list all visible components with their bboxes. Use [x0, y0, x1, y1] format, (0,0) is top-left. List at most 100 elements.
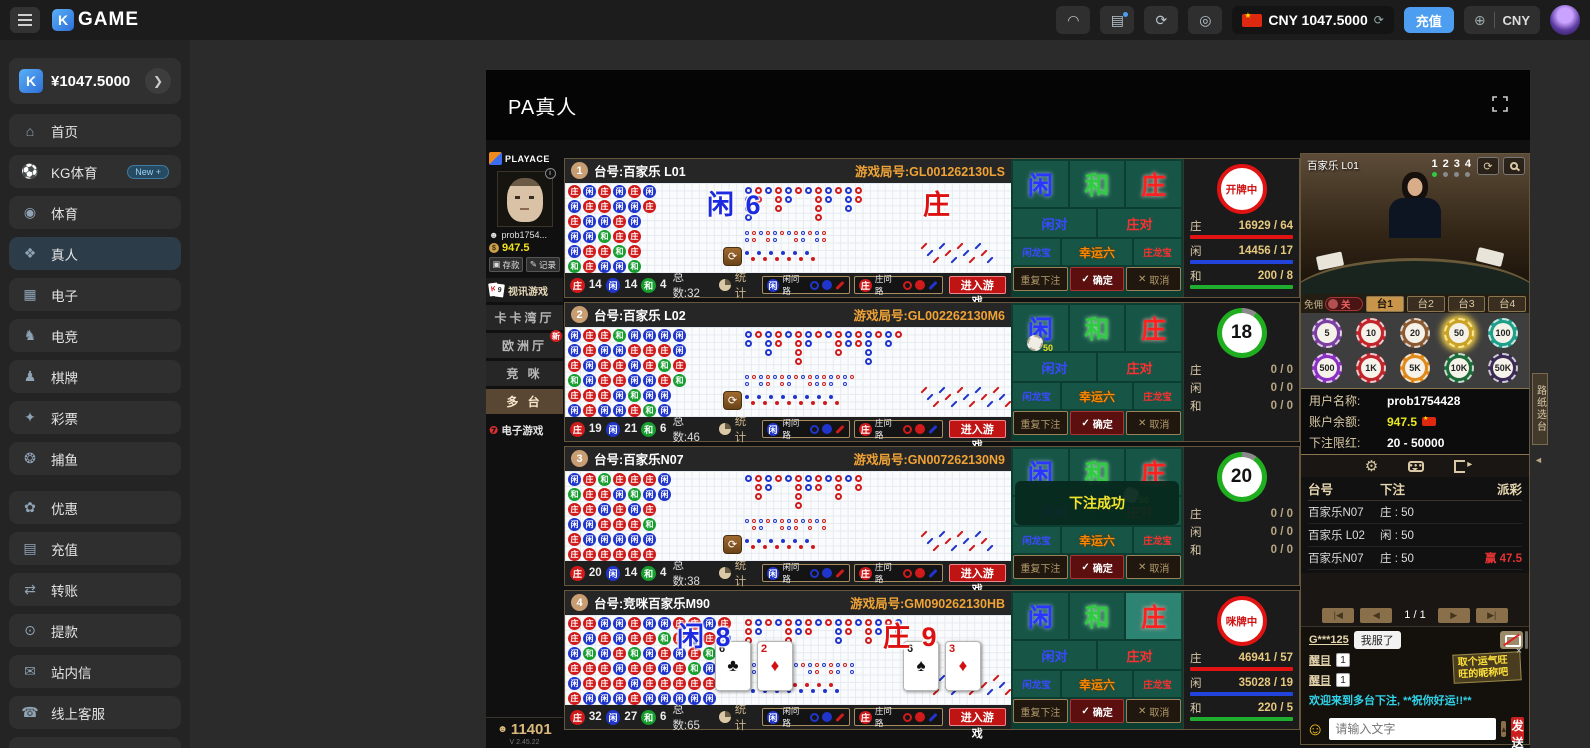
repeat-bet-button[interactable]: 重复下注 — [1013, 267, 1068, 291]
chat-input[interactable] — [1329, 718, 1496, 740]
chip-10[interactable]: 10 — [1356, 318, 1386, 348]
hall-item-0[interactable]: 卡卡湾厅 — [486, 305, 563, 330]
deposit-button[interactable]: 充值 — [1404, 7, 1454, 33]
shoe-icon[interactable]: ⟳ — [723, 247, 742, 266]
road-select-side-tab[interactable]: 路纸选台 — [1532, 373, 1548, 445]
sidebar-item-8[interactable]: ❂捕鱼 — [9, 442, 181, 475]
cancel-bet-button[interactable]: ✕ 取消 — [1126, 555, 1181, 579]
sidebar-item-5[interactable]: ♞电竞 — [9, 319, 181, 352]
enter-game-button[interactable]: 进入游戏 — [949, 420, 1006, 438]
sidebar-item-7[interactable]: ✦彩票 — [9, 401, 181, 434]
bet-cell-xian-dragon[interactable]: 闲龙宝 — [1013, 383, 1060, 409]
sidebar-item-6[interactable]: ♟棋牌 — [9, 360, 181, 393]
statistics-label[interactable]: 统计 — [735, 557, 758, 589]
hall-item-3[interactable]: 多 台 — [486, 389, 563, 414]
zhuang-ask-road-button[interactable]: 庄庄问路 — [854, 420, 943, 438]
panel-table-tab-1[interactable]: 台1 — [1366, 296, 1404, 312]
collapse-arrow-icon[interactable]: ◄ — [1534, 455, 1543, 465]
video-refresh-icon[interactable]: ⟳ — [1477, 157, 1499, 175]
confirm-bet-button[interactable]: ✓ 确定 — [1070, 267, 1125, 291]
camera-3[interactable]: 3 — [1454, 158, 1460, 177]
commission-toggle[interactable]: 关 — [1325, 297, 1363, 311]
bet-cell-xian-dragon[interactable]: 闲龙宝 — [1013, 527, 1060, 553]
user-avatar[interactable] — [1550, 5, 1580, 35]
cancel-bet-button[interactable]: ✕ 取消 — [1126, 699, 1181, 723]
lobby-avatar[interactable]: i — [497, 171, 553, 227]
rewards-icon[interactable]: ◎ — [1188, 6, 1222, 34]
hall-item-2[interactable]: 竞 咪 — [486, 361, 563, 386]
sync-balance-icon[interactable]: ⟳ — [1374, 13, 1384, 27]
wallet-icon[interactable]: ▤ — [1100, 6, 1134, 34]
bet-cell-zhuang-pair[interactable]: 庄对 — [1098, 641, 1181, 669]
chip-50K[interactable]: 50K — [1488, 353, 1518, 383]
statistics-label[interactable]: 统计 — [735, 701, 758, 733]
bet-cell-xian-pair[interactable]: 闲对 — [1013, 209, 1096, 237]
bet-cell-xian[interactable]: 闲 — [1013, 593, 1068, 639]
menu-toggle-icon[interactable] — [10, 7, 40, 33]
chip-5[interactable]: 5 — [1312, 318, 1342, 348]
deposit-mini-button[interactable]: ▣存款 — [489, 257, 523, 272]
sticker-close-icon[interactable]: ✕ — [1515, 646, 1522, 656]
chip-10K[interactable]: 10K — [1444, 353, 1474, 383]
camera-2[interactable]: 2 — [1443, 158, 1449, 177]
enter-game-button[interactable]: 进入游戏 — [949, 564, 1006, 582]
shoe-icon[interactable]: ⟳ — [723, 391, 742, 410]
enter-game-button[interactable]: 进入游戏 — [949, 708, 1006, 726]
zhuang-ask-road-button[interactable]: 庄庄问路 — [854, 276, 943, 294]
bet-cell-xian-pair[interactable]: 闲对 — [1013, 353, 1096, 381]
sidebar-item-14[interactable]: ☎线上客服 — [9, 696, 181, 729]
bet-cell-xian-dragon[interactable]: 闲龙宝 — [1013, 239, 1060, 265]
bet-cell-zhuang-dragon[interactable]: 庄龙宝 — [1134, 239, 1181, 265]
chip-20[interactable]: 20 — [1400, 318, 1430, 348]
panel-table-tab-4[interactable]: 台4 — [1488, 296, 1526, 312]
currency-selector[interactable]: ⊕ CNY — [1464, 6, 1540, 34]
confirm-bet-button[interactable]: ✓ 确定 — [1070, 555, 1125, 579]
bet-cell-zhuang[interactable]: 庄 — [1126, 305, 1181, 351]
first-page-icon[interactable]: |◀ — [1322, 608, 1354, 623]
emoji-icon[interactable]: ☺ — [1306, 719, 1324, 740]
bet-cell-xian-pair[interactable]: 闲对 — [1013, 641, 1096, 669]
prev-page-icon[interactable]: ◀ — [1360, 608, 1392, 623]
repeat-bet-button[interactable]: 重复下注 — [1013, 555, 1068, 579]
bet-cell-xian-dragon[interactable]: 闲龙宝 — [1013, 671, 1060, 697]
cancel-bet-button[interactable]: ✕ 取消 — [1126, 411, 1181, 435]
sidebar-item-0[interactable]: ⌂首页 — [9, 114, 181, 147]
hall-item-1[interactable]: 欧洲厅新 — [486, 333, 563, 358]
statistics-label[interactable]: 统计 — [735, 269, 758, 301]
sidebar-item-1[interactable]: ⚽KG体育New + — [9, 155, 181, 188]
chat-scrollbar[interactable] — [1525, 631, 1528, 649]
video-zoom-icon[interactable] — [1503, 157, 1525, 175]
exit-door-icon[interactable] — [1454, 460, 1465, 473]
statistics-label[interactable]: 统计 — [735, 413, 758, 445]
enter-game-button[interactable]: 进入游戏 — [949, 276, 1006, 294]
bet-cell-lucky-six[interactable]: 幸运六 — [1062, 383, 1132, 409]
bet-cell-zhuang-dragon[interactable]: 庄龙宝 — [1134, 527, 1181, 553]
xian-ask-road-button[interactable]: 闲闲问路 — [762, 276, 851, 294]
settings-gear-icon[interactable]: ⚙ — [1365, 457, 1378, 475]
chip-100[interactable]: 100 — [1488, 318, 1518, 348]
bet-cell-zhuang[interactable]: 庄 — [1126, 593, 1181, 639]
bet-cell-zhuang-dragon[interactable]: 庄龙宝 — [1134, 383, 1181, 409]
chat-bubble-icon[interactable]: ●●● — [1408, 461, 1424, 472]
chip-50[interactable]: 50 — [1444, 318, 1474, 348]
zhuang-ask-road-button[interactable]: 庄庄问路 — [854, 564, 943, 582]
bet-cell-lucky-six[interactable]: 幸运六 — [1062, 239, 1132, 265]
chip-500[interactable]: 500 — [1312, 353, 1342, 383]
send-button[interactable]: 发送 — [1511, 717, 1524, 741]
bet-cell-he[interactable]: 和 — [1070, 305, 1125, 351]
slots-item[interactable]: ❼ 电子游戏 — [486, 419, 563, 441]
chat-scroll-up-icon[interactable]: ▴ — [1501, 721, 1506, 737]
confirm-bet-button[interactable]: ✓ 确定 — [1070, 411, 1125, 435]
sidebar-item-10[interactable]: ▤充值 — [9, 532, 181, 565]
sidebar-item-4[interactable]: ▦电子 — [9, 278, 181, 311]
speed-gauge-icon[interactable]: ◠ — [1056, 6, 1090, 34]
balance-expand-icon[interactable]: ❯ — [145, 68, 171, 94]
panel-table-tab-2[interactable]: 台2 — [1407, 296, 1445, 312]
fullscreen-icon[interactable] — [1492, 96, 1508, 115]
sidebar-item-13[interactable]: ✉站内信 — [9, 655, 181, 688]
video-games-item[interactable]: K9 视讯游戏 — [486, 278, 563, 302]
last-page-icon[interactable]: ▶| — [1476, 608, 1508, 623]
bet-cell-zhuang-dragon[interactable]: 庄龙宝 — [1134, 671, 1181, 697]
repeat-bet-button[interactable]: 重复下注 — [1013, 699, 1068, 723]
confirm-bet-button[interactable]: ✓ 确定 — [1070, 699, 1125, 723]
